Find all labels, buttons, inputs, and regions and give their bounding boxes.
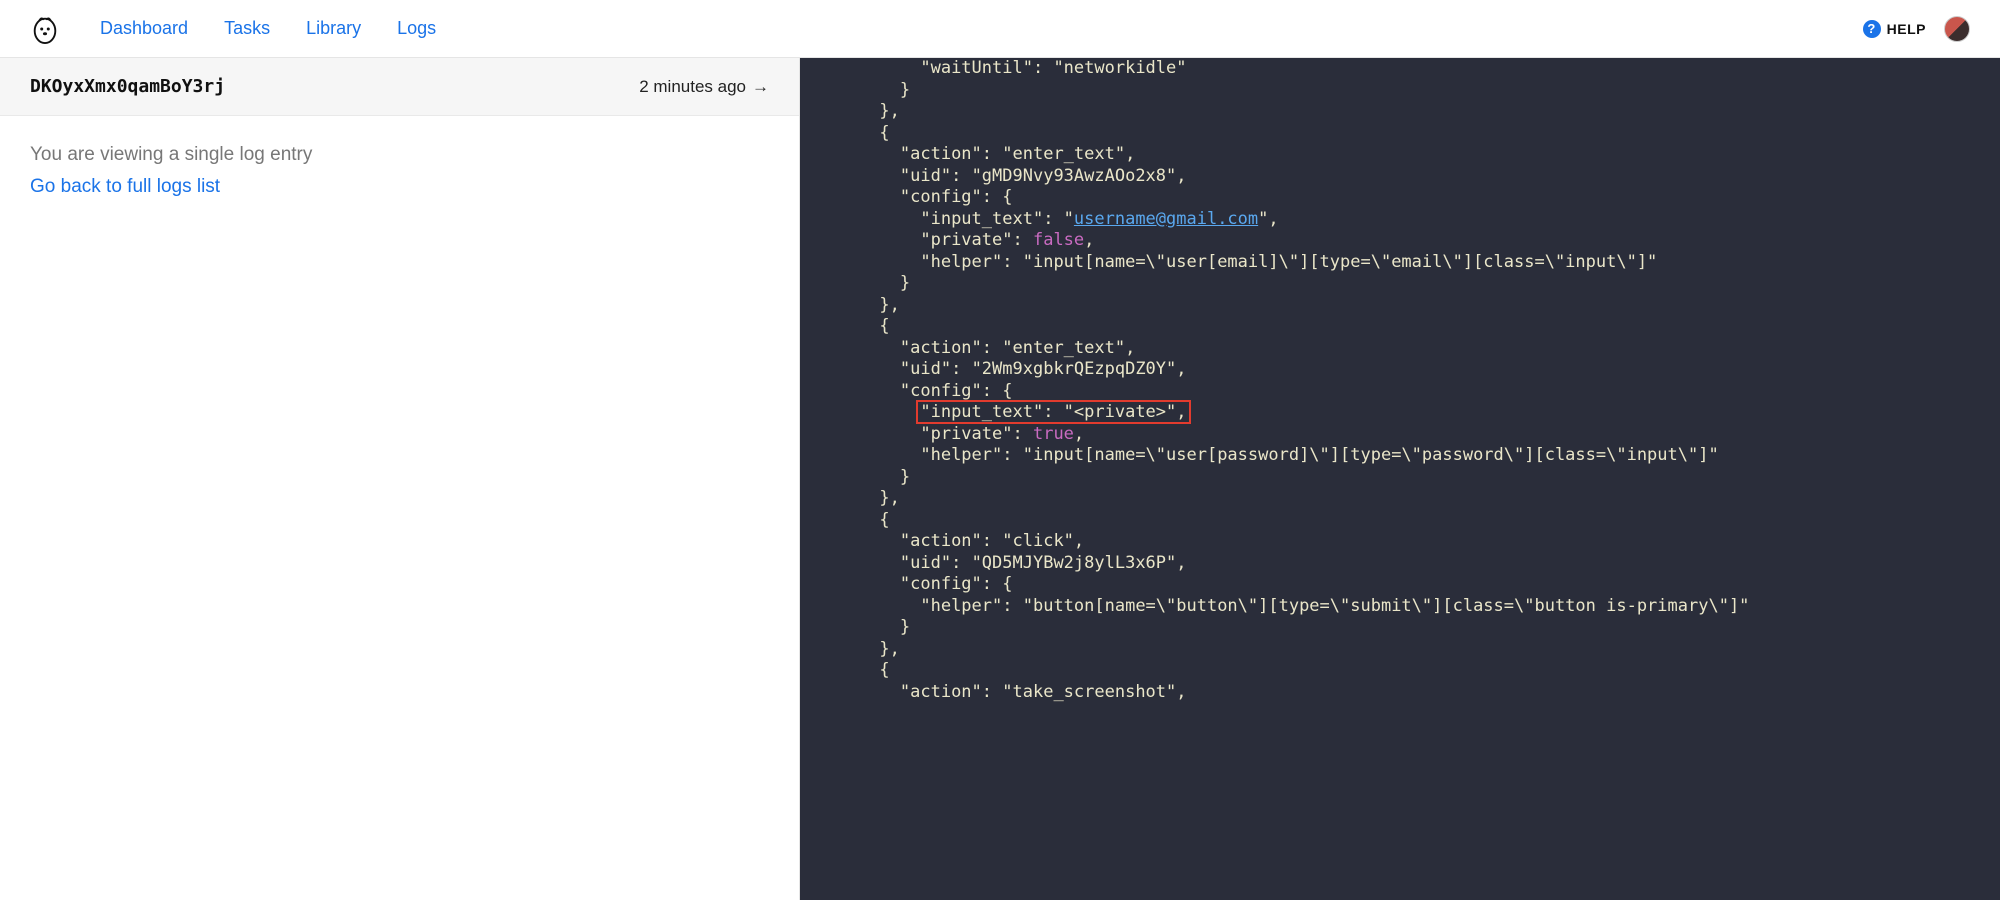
log-entry-bar[interactable]: DKOyxXmx0qamBoY3rj 2 minutes ago → <box>0 58 799 116</box>
nav-library[interactable]: Library <box>306 18 361 39</box>
code-line: "action": "click", <box>818 531 1084 551</box>
code-line: }, <box>818 101 900 121</box>
code-line: "action": "enter_text", <box>818 144 1135 164</box>
logo[interactable] <box>30 14 60 44</box>
code-line: "input_text": "username@gmail.com", <box>818 209 1279 229</box>
viewing-single-log-msg: You are viewing a single log entry <box>30 144 769 166</box>
help-button[interactable]: ? HELP <box>1863 20 1926 38</box>
help-label: HELP <box>1887 21 1926 37</box>
code-line: "helper": "button[name=\"button\"][type=… <box>818 596 1749 616</box>
code-line: }, <box>818 488 900 508</box>
code-line: { <box>818 123 890 143</box>
arrow-right-icon: → <box>752 77 769 97</box>
help-icon: ? <box>1863 20 1881 38</box>
log-entry-time-text: 2 minutes ago <box>639 77 746 97</box>
code-panel[interactable]: "waitUntil": "networkidle" } }, { "actio… <box>800 58 2000 900</box>
code-line: "uid": "QD5MJYBw2j8ylL3x6P", <box>818 553 1187 573</box>
code-line: "config": { <box>818 187 1013 207</box>
code-line: "uid": "2Wm9xgbkrQEzpqDZ0Y", <box>818 359 1187 379</box>
code-line: } <box>818 80 910 100</box>
code-line: { <box>818 316 890 336</box>
code-line: { <box>818 660 890 680</box>
left-body: You are viewing a single log entry Go ba… <box>0 116 799 226</box>
code-line: { <box>818 510 890 530</box>
code-line: "private": false, <box>818 230 1094 250</box>
code-line: } <box>818 467 910 487</box>
code-line: } <box>818 273 910 293</box>
code-line: "private": true, <box>818 424 1084 444</box>
top-nav: Dashboard Tasks Library Logs ? HELP <box>0 0 2000 58</box>
log-entry-id: DKOyxXmx0qamBoY3rj <box>30 76 225 97</box>
code-line: "config": { <box>818 381 1013 401</box>
code-line: "config": { <box>818 574 1013 594</box>
main: DKOyxXmx0qamBoY3rj 2 minutes ago → You a… <box>0 58 2000 900</box>
back-to-logs-link[interactable]: Go back to full logs list <box>30 176 220 197</box>
code-line: }, <box>818 295 900 315</box>
code-line: "helper": "input[name=\"user[email]\"][t… <box>818 252 1657 272</box>
code-line: } <box>818 617 910 637</box>
nav-links: Dashboard Tasks Library Logs <box>100 18 436 39</box>
log-entry-time: 2 minutes ago → <box>639 77 769 97</box>
code-block: "waitUntil": "networkidle" } }, { "actio… <box>800 58 2000 703</box>
left-panel: DKOyxXmx0qamBoY3rj 2 minutes ago → You a… <box>0 58 800 900</box>
code-line: }, <box>818 639 900 659</box>
nav-dashboard[interactable]: Dashboard <box>100 18 188 39</box>
avatar[interactable] <box>1944 16 1970 42</box>
code-line: "uid": "gMD9Nvy93AwzAOo2x8", <box>818 166 1187 186</box>
nav-tasks[interactable]: Tasks <box>224 18 270 39</box>
code-line: "input_text": "<private>", <box>818 402 1187 422</box>
code-line: "waitUntil": "networkidle" <box>818 58 1187 78</box>
code-line: "action": "take_screenshot", <box>818 682 1187 702</box>
code-line: "helper": "input[name=\"user[password]\"… <box>818 445 1719 465</box>
code-line: "action": "enter_text", <box>818 338 1135 358</box>
nav-logs[interactable]: Logs <box>397 18 436 39</box>
